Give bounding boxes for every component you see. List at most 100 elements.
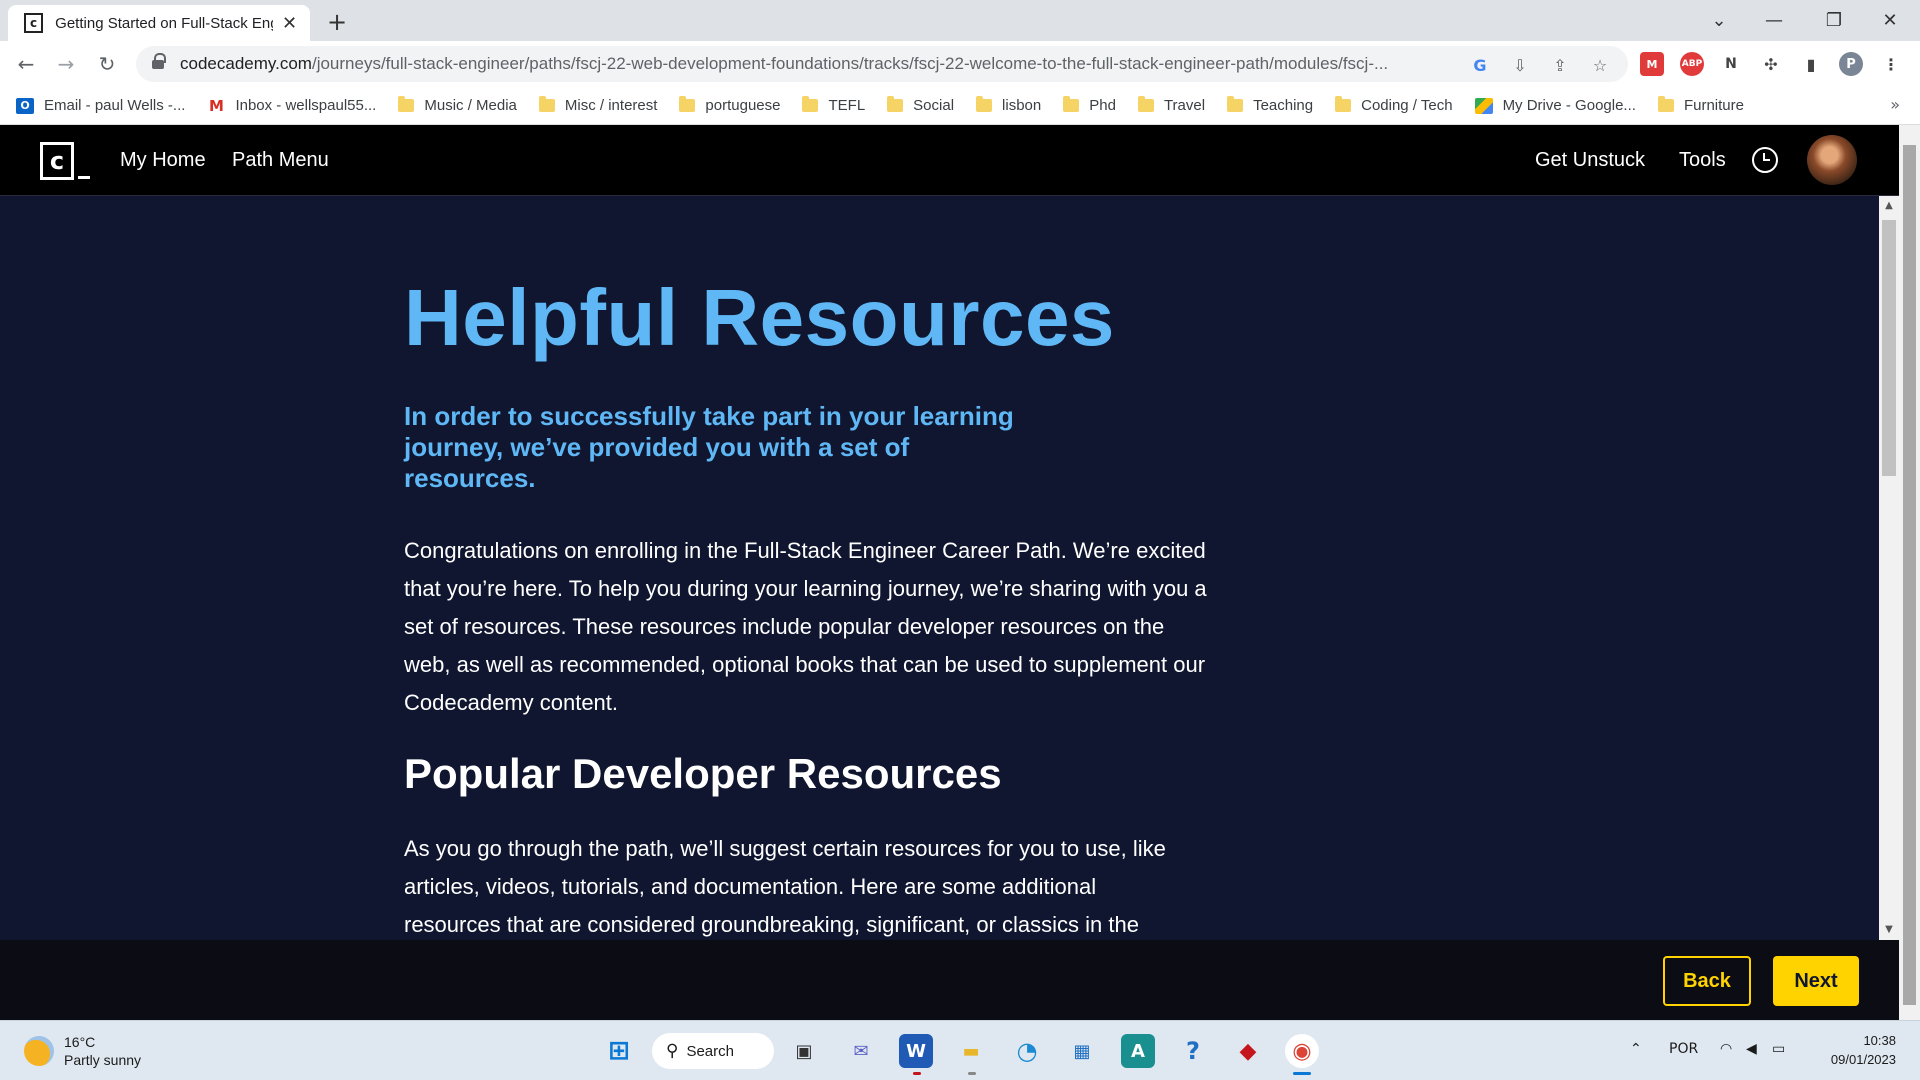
mcafee-icon[interactable]: ◆ — [1231, 1034, 1265, 1068]
codecademy-favicon-icon: c — [24, 13, 44, 33]
system-clock[interactable]: 10:38 09/01/2023 — [1812, 1031, 1896, 1069]
back-button[interactable]: Back — [1663, 956, 1751, 1006]
forward-arrow-icon[interactable]: → — [50, 48, 82, 80]
address-bar[interactable]: codecademy.com/journeys/full-stack-engin… — [136, 46, 1628, 82]
windows-taskbar: 16°C Partly sunny ⊞ ⚲ Search ▣ ✉ W ▬ ◔ ▦ … — [0, 1020, 1920, 1080]
temperature: 16°C — [64, 1034, 96, 1050]
codecademy-header: c My Home Path Menu Get Unstuck Tools — [0, 125, 1920, 196]
bookmark-folder[interactable]: Furniture — [1657, 96, 1744, 114]
scroll-down-arrow-icon[interactable]: ▼ — [1883, 924, 1895, 936]
folder-icon — [1657, 96, 1674, 112]
tab-close-icon[interactable]: ✕ — [279, 12, 300, 34]
folder-icon — [679, 96, 696, 112]
tray-overflow-chevron-icon[interactable]: ⌃ — [1630, 1041, 1642, 1057]
resources-paragraph: As you go through the path, we’ll sugges… — [404, 836, 1166, 937]
search-icon: ⚲ — [666, 1041, 679, 1061]
folder-icon — [1063, 96, 1080, 112]
folder-icon — [1227, 96, 1244, 112]
bookmark-folder[interactable]: Teaching — [1227, 96, 1313, 114]
bookmark-folder[interactable]: Travel — [1137, 96, 1205, 114]
bookmark-item[interactable]: O Email - paul Wells -... — [16, 97, 185, 114]
browser-tab-active[interactable]: c Getting Started on Full-Stack Eng ✕ — [8, 5, 310, 41]
bookmarks-overflow-icon[interactable]: » — [1890, 95, 1900, 114]
wifi-icon[interactable]: ◠ — [1720, 1041, 1732, 1057]
folder-icon — [1137, 96, 1154, 112]
article-title: Helpful Resources — [404, 273, 1115, 362]
google-lens-icon[interactable]: G — [1470, 55, 1490, 75]
partly-sunny-icon — [24, 1036, 54, 1066]
tools-button[interactable]: Tools — [1679, 125, 1726, 195]
weather-widget[interactable]: 16°C Partly sunny — [24, 1033, 141, 1069]
chrome-icon[interactable]: ◉ — [1285, 1034, 1319, 1068]
file-explorer-icon[interactable]: ▬ — [954, 1034, 988, 1068]
bookmark-folder[interactable]: portuguese — [679, 96, 780, 114]
browser-toolbar: ← → ↻ codecademy.com/journeys/full-stack… — [0, 41, 1920, 87]
tab-title: Getting Started on Full-Stack Eng — [55, 14, 274, 32]
folder-icon — [398, 96, 415, 112]
side-panel-icon[interactable]: ▮ — [1799, 52, 1823, 76]
page-scrollbar[interactable] — [1899, 125, 1920, 1020]
bookmark-folder[interactable]: Social — [887, 96, 954, 114]
volume-icon[interactable]: ◀ — [1746, 1041, 1757, 1057]
tab-search-chevron-icon[interactable]: ⌄ — [1691, 0, 1747, 41]
battery-icon[interactable]: ▭ — [1772, 1041, 1785, 1057]
bookmark-star-icon[interactable]: ☆ — [1590, 55, 1610, 75]
extension-n-icon[interactable]: N — [1719, 52, 1743, 76]
drive-icon — [1474, 97, 1493, 114]
alarm-clock-icon[interactable] — [1752, 147, 1778, 173]
lesson-content: Helpful Resources In order to successful… — [0, 196, 1879, 940]
get-unstuck-button[interactable]: Get Unstuck — [1535, 125, 1645, 195]
taskbar-search[interactable]: ⚲ Search — [652, 1033, 774, 1069]
bookmark-folder[interactable]: lisbon — [976, 96, 1041, 114]
path-menu-link[interactable]: Path Menu — [232, 125, 329, 195]
minimize-button[interactable]: — — [1746, 0, 1802, 41]
extension-mega-icon[interactable]: M — [1640, 52, 1664, 76]
codecademy-logo[interactable]: c — [40, 142, 90, 182]
clock-date: 09/01/2023 — [1830, 1052, 1896, 1067]
scroll-up-arrow-icon[interactable]: ▲ — [1883, 200, 1895, 212]
chrome-menu-icon[interactable]: ⋮ — [1879, 52, 1903, 76]
profile-avatar-icon[interactable]: P — [1839, 52, 1863, 76]
windows-start-icon[interactable]: ⊞ — [602, 1034, 636, 1068]
bookmark-folder[interactable]: Phd — [1063, 96, 1116, 114]
restore-button[interactable]: ❐ — [1806, 0, 1862, 41]
outlook-icon: O — [16, 97, 34, 114]
extensions-puzzle-icon[interactable]: ✣ — [1759, 52, 1783, 76]
close-window-button[interactable]: ✕ — [1862, 0, 1918, 41]
teams-chat-icon[interactable]: ✉ — [844, 1034, 878, 1068]
edge-icon[interactable]: ◔ — [1010, 1034, 1044, 1068]
url-text[interactable]: codecademy.com/journeys/full-stack-engin… — [180, 54, 1480, 74]
bookmark-folder[interactable]: Coding / Tech — [1335, 96, 1453, 114]
app-a-icon[interactable]: A — [1121, 1034, 1155, 1068]
share-icon[interactable]: ⇪ — [1550, 55, 1570, 75]
task-view-icon[interactable]: ▣ — [787, 1034, 821, 1068]
bookmark-folder[interactable]: Music / Media — [398, 96, 517, 114]
new-tab-button[interactable]: + — [322, 8, 352, 36]
bookmark-folder[interactable]: TEFL — [802, 96, 865, 114]
browser-tab-strip: c Getting Started on Full-Stack Eng ✕ + … — [0, 0, 1920, 41]
reload-icon[interactable]: ↻ — [91, 48, 123, 80]
microsoft-store-icon[interactable]: ▦ — [1065, 1034, 1099, 1068]
next-button[interactable]: Next — [1773, 956, 1859, 1006]
user-avatar[interactable] — [1807, 135, 1857, 185]
article-lead: In order to successfully take part in yo… — [404, 401, 1014, 493]
gmail-icon: M — [207, 96, 226, 115]
scrollbar-thumb[interactable] — [1882, 220, 1896, 476]
word-icon[interactable]: W — [899, 1034, 933, 1068]
intro-paragraph: Congratulations on enrolling in the Full… — [404, 538, 1207, 715]
bookmark-folder[interactable]: Misc / interest — [538, 96, 657, 114]
folder-icon — [538, 96, 555, 112]
adblock-icon[interactable]: ABP — [1680, 52, 1704, 76]
folder-icon — [1335, 96, 1352, 112]
back-arrow-icon[interactable]: ← — [10, 48, 42, 80]
lock-icon — [152, 53, 166, 70]
page-scrollbar-thumb[interactable] — [1903, 145, 1916, 1005]
folder-icon — [887, 96, 904, 112]
input-language[interactable]: POR — [1669, 1041, 1698, 1057]
content-scrollbar[interactable]: ▲ ▼ — [1879, 196, 1899, 940]
help-icon[interactable]: ? — [1176, 1034, 1210, 1068]
my-home-link[interactable]: My Home — [120, 125, 206, 195]
bookmark-item[interactable]: M Inbox - wellspaul55... — [207, 96, 376, 115]
bookmark-item[interactable]: My Drive - Google... — [1474, 97, 1636, 114]
install-app-icon[interactable]: ⇩ — [1510, 55, 1530, 75]
